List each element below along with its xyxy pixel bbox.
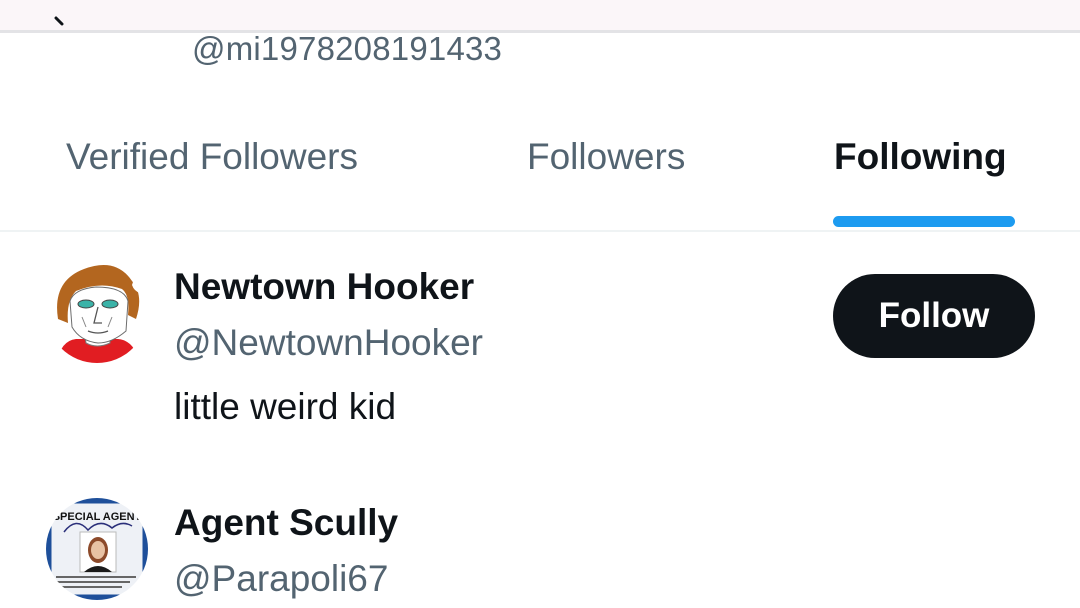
user-display-name[interactable]: Newtown Hooker [174,266,474,308]
follow-button[interactable]: Follow [833,274,1035,358]
profile-handle: @mi1978208191433 [192,30,503,67]
tab-followers[interactable]: Followers [527,136,685,178]
user-bio: little weird kid [174,386,397,427]
avatar[interactable] [46,261,148,363]
tab-verified-followers[interactable]: Verified Followers [66,136,358,178]
user-handle: @Parapoli67 [174,558,389,599]
user-list-item[interactable]: SPECIAL AGENT Agent Scully @Parapoli67 [0,472,1080,608]
badge-title: SPECIAL AGENT [53,511,142,523]
tab-following[interactable]: Following [834,136,1007,178]
tab-bar: Verified Followers Followers Following [0,118,1080,230]
cartoon-face-avatar [46,261,148,363]
user-display-name[interactable]: Agent Scully [174,502,398,544]
arrow-left-icon[interactable] [52,16,74,38]
user-list-item[interactable]: Newtown Hooker @NewtownHooker little wei… [0,232,1080,472]
avatar[interactable]: SPECIAL AGENT [46,498,148,600]
active-tab-indicator [833,216,1015,227]
top-bar [0,0,1080,33]
user-handle: @NewtownHooker [174,322,484,363]
fbi-badge-avatar: SPECIAL AGENT [46,498,148,600]
